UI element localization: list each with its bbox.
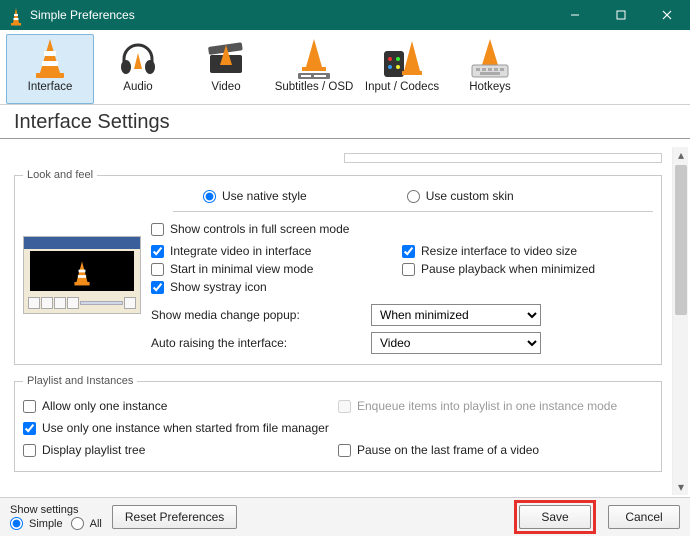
checkbox-start-minimal[interactable]: Start in minimal view mode: [151, 262, 402, 276]
scroll-down-icon[interactable]: ▾: [673, 479, 689, 495]
radio-show-simple[interactable]: Simple: [10, 517, 63, 530]
checkbox-one-instance[interactable]: Allow only one instance: [23, 399, 338, 413]
subtitles-icon: [290, 39, 338, 79]
scroll-up-icon[interactable]: ▴: [673, 147, 689, 163]
category-tabstrip: Interface Audio Video Subtitles / OSD In…: [0, 30, 690, 105]
tab-label: Hotkeys: [469, 81, 511, 93]
checkbox-label: Show controls in full screen mode: [170, 222, 349, 236]
cone-icon: [26, 39, 74, 79]
truncated-top-row: [14, 151, 662, 165]
checkbox-label: Allow only one instance: [42, 399, 167, 413]
checkbox-pause-last-frame[interactable]: Pause on the last frame of a video: [338, 443, 653, 457]
tab-hotkeys[interactable]: Hotkeys: [446, 34, 534, 104]
cancel-button[interactable]: Cancel: [608, 505, 680, 529]
settings-scroll-area: Look and feel Use native style Use custo…: [8, 147, 668, 495]
page-title: Interface Settings: [0, 105, 690, 139]
tab-codecs[interactable]: Input / Codecs: [358, 34, 446, 104]
interface-preview-image: [23, 236, 141, 314]
save-button[interactable]: Save: [519, 505, 591, 529]
checkbox-label: Pause playback when minimized: [421, 262, 595, 276]
checkbox-label: Display playlist tree: [42, 443, 145, 457]
save-button-highlight: Save: [514, 500, 596, 534]
radio-native-style[interactable]: Use native style: [203, 189, 307, 203]
reset-preferences-button[interactable]: Reset Preferences: [112, 505, 237, 529]
clapperboard-icon: [202, 39, 250, 79]
cone-icon: [71, 260, 93, 282]
title-icon: [8, 7, 24, 23]
tab-label: Audio: [123, 81, 152, 93]
radio-input[interactable]: [71, 517, 84, 530]
tab-label: Input / Codecs: [365, 81, 439, 93]
checkbox-resize-to-video[interactable]: Resize interface to video size: [402, 244, 653, 258]
checkbox-pause-minimized[interactable]: Pause playback when minimized: [402, 262, 653, 276]
button-label: Save: [541, 510, 568, 524]
radio-custom-skin[interactable]: Use custom skin: [407, 189, 514, 203]
select-media-change-popup[interactable]: When minimized: [371, 304, 541, 326]
checkbox-input[interactable]: [402, 263, 415, 276]
checkbox-integrate-video[interactable]: Integrate video in interface: [151, 244, 402, 258]
group-legend: Playlist and Instances: [23, 375, 137, 387]
keyboard-icon: [466, 39, 514, 79]
tab-audio[interactable]: Audio: [94, 34, 182, 104]
button-label: Reset Preferences: [125, 510, 224, 524]
checkbox-label: Use only one instance when started from …: [42, 421, 329, 435]
checkbox-label: Enqueue items into playlist in one insta…: [357, 399, 617, 413]
title-bar: Simple Preferences: [0, 0, 690, 30]
checkbox-label: Resize interface to video size: [421, 244, 577, 258]
checkbox-label: Show systray icon: [170, 280, 267, 294]
close-button[interactable]: [644, 0, 690, 30]
minimize-button[interactable]: [552, 0, 598, 30]
checkbox-input[interactable]: [23, 444, 36, 457]
radio-input[interactable]: [10, 517, 23, 530]
show-settings-group: Show settings Simple All: [10, 504, 102, 530]
tab-interface[interactable]: Interface: [6, 34, 94, 104]
checkbox-input[interactable]: [151, 281, 164, 294]
radio-label: All: [90, 518, 102, 530]
checkbox-input[interactable]: [338, 444, 351, 457]
bottom-bar: Show settings Simple All Reset Preferenc…: [0, 498, 690, 536]
radio-show-all[interactable]: All: [71, 517, 102, 530]
checkbox-label: Pause on the last frame of a video: [357, 443, 539, 457]
tab-subtitles[interactable]: Subtitles / OSD: [270, 34, 358, 104]
checkbox-label: Start in minimal view mode: [170, 262, 313, 276]
checkbox-input[interactable]: [151, 263, 164, 276]
radio-label: Use native style: [222, 189, 307, 203]
main-panel: Interface Settings Look and feel Use nat…: [0, 105, 690, 498]
checkbox-input[interactable]: [23, 422, 36, 435]
group-playlist-instances: Playlist and Instances Allow only one in…: [14, 375, 662, 472]
checkbox-label: Integrate video in interface: [170, 244, 311, 258]
codecs-icon: [378, 39, 426, 79]
radio-label: Simple: [29, 518, 63, 530]
checkbox-show-systray[interactable]: Show systray icon: [151, 280, 402, 294]
label-auto-raise: Auto raising the interface:: [151, 336, 371, 350]
checkbox-input[interactable]: [151, 223, 164, 236]
headphones-icon: [114, 39, 162, 79]
vertical-scrollbar[interactable]: ▴ ▾: [672, 147, 688, 495]
select-auto-raise[interactable]: Video: [371, 332, 541, 354]
group-look-and-feel: Look and feel Use native style Use custo…: [14, 169, 662, 365]
tab-video[interactable]: Video: [182, 34, 270, 104]
radio-custom-skin-input[interactable]: [407, 190, 420, 203]
radio-label: Use custom skin: [426, 189, 514, 203]
checkbox-enqueue-one-instance: Enqueue items into playlist in one insta…: [338, 399, 653, 413]
scrollbar-thumb[interactable]: [675, 165, 687, 315]
checkbox-input: [338, 400, 351, 413]
tab-label: Interface: [28, 81, 73, 93]
show-settings-label: Show settings: [10, 504, 102, 516]
label-media-change-popup: Show media change popup:: [151, 308, 371, 322]
radio-native-style-input[interactable]: [203, 190, 216, 203]
tab-label: Subtitles / OSD: [275, 81, 354, 93]
maximize-button[interactable]: [598, 0, 644, 30]
tab-label: Video: [211, 81, 240, 93]
checkbox-input[interactable]: [23, 400, 36, 413]
window-title: Simple Preferences: [30, 8, 135, 22]
group-legend: Look and feel: [23, 169, 97, 181]
checkbox-show-fullscreen-controls[interactable]: Show controls in full screen mode: [151, 222, 653, 236]
checkbox-input[interactable]: [402, 245, 415, 258]
button-label: Cancel: [625, 510, 662, 524]
checkbox-input[interactable]: [151, 245, 164, 258]
checkbox-one-instance-file-manager[interactable]: Use only one instance when started from …: [23, 421, 653, 435]
checkbox-display-playlist-tree[interactable]: Display playlist tree: [23, 443, 338, 457]
